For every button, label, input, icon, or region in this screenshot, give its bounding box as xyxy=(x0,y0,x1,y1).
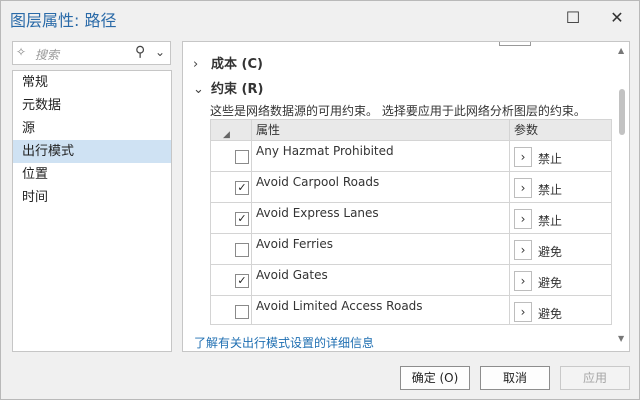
checkbox-cell xyxy=(211,234,252,265)
sidebar-nav: 常规 元数据 源 出行模式 位置 时间 xyxy=(12,70,172,352)
parameter-value: 禁止 xyxy=(538,183,563,197)
sparkle-icon: ✧ xyxy=(16,45,27,59)
table-row: ✓ Avoid Gates › 避免 xyxy=(211,265,611,296)
search-placeholder: 搜索 xyxy=(35,48,60,62)
column-header-property[interactable]: 属性 xyxy=(252,120,510,141)
close-icon[interactable]: ✕ xyxy=(594,1,640,33)
search-icon[interactable]: ⚲ xyxy=(135,44,145,60)
expand-parameter-button[interactable]: › xyxy=(514,271,532,291)
restriction-checkbox[interactable] xyxy=(235,150,249,164)
parameter-value: 避免 xyxy=(538,245,563,259)
scroll-down-icon[interactable]: ▼ xyxy=(618,334,624,343)
checkbox-cell xyxy=(211,141,252,172)
restriction-checkbox[interactable] xyxy=(235,305,249,319)
restriction-name: Avoid Carpool Roads xyxy=(252,172,510,203)
cancel-button[interactable]: 取消 xyxy=(480,366,550,390)
search-input[interactable]: ✧ 搜索 ⚲ ⌄ xyxy=(12,41,171,65)
column-header-parameter[interactable]: 参数 xyxy=(510,120,611,141)
expand-parameter-button[interactable]: › xyxy=(514,147,532,167)
cost-section-label: 成本 (C) xyxy=(211,57,263,72)
sidebar-item-source[interactable]: 源 xyxy=(13,117,171,140)
checkbox-cell: ✓ xyxy=(211,172,252,203)
minimize-icon[interactable]: ☐ xyxy=(550,1,596,33)
parameter-cell: › 禁止 xyxy=(510,203,611,234)
checkbox-cell: ✓ xyxy=(211,203,252,234)
restriction-section-header[interactable]: ⌄ 约束 (R) xyxy=(193,78,263,98)
expand-parameter-button[interactable]: › xyxy=(514,178,532,198)
table-row: Any Hazmat Prohibited › 禁止 xyxy=(211,141,611,172)
vertical-scrollbar[interactable]: ▲ ▼ xyxy=(615,42,629,351)
restriction-name: Avoid Limited Access Roads xyxy=(252,296,510,324)
expand-parameter-button[interactable]: › xyxy=(514,209,532,229)
restriction-checkbox[interactable]: ✓ xyxy=(235,181,249,195)
restriction-name: Avoid Ferries xyxy=(252,234,510,265)
parameter-cell: › 禁止 xyxy=(510,141,611,172)
restriction-checkbox[interactable]: ✓ xyxy=(235,274,249,288)
parameter-cell: › 禁止 xyxy=(510,172,611,203)
scrolled-control-fragment xyxy=(499,42,531,46)
expand-parameter-button[interactable]: › xyxy=(514,240,532,260)
parameter-cell: › 避免 xyxy=(510,296,611,324)
parameter-value: 避免 xyxy=(538,307,563,321)
restriction-name: Avoid Express Lanes xyxy=(252,203,510,234)
restriction-name: Avoid Gates xyxy=(252,265,510,296)
restriction-section-label: 约束 (R) xyxy=(211,82,264,97)
parameter-value: 禁止 xyxy=(538,152,563,166)
restriction-checkbox[interactable]: ✓ xyxy=(235,212,249,226)
chevron-down-icon: ⌄ xyxy=(193,82,204,97)
expand-parameter-button[interactable]: › xyxy=(514,302,532,322)
cost-section-header[interactable]: › 成本 (C) xyxy=(193,53,263,73)
layer-properties-dialog: 图层属性: 路径 ☐ ✕ ✧ 搜索 ⚲ ⌄ 常规 元数据 源 出行模式 位置 时… xyxy=(0,0,640,400)
table-corner-header[interactable]: ◢ xyxy=(211,120,252,141)
table-row: Avoid Limited Access Roads › 避免 xyxy=(211,296,611,324)
title-bar: 图层属性: 路径 ☐ ✕ xyxy=(1,1,640,33)
sidebar-item-time[interactable]: 时间 xyxy=(13,186,171,209)
restriction-checkbox[interactable] xyxy=(235,243,249,257)
sidebar-item-general[interactable]: 常规 xyxy=(13,71,171,94)
parameter-value: 避免 xyxy=(538,276,563,290)
scroll-up-icon[interactable]: ▲ xyxy=(618,46,624,55)
restriction-name: Any Hazmat Prohibited xyxy=(252,141,510,172)
chevron-right-icon: › xyxy=(193,57,199,72)
table-row: ✓ Avoid Carpool Roads › 禁止 xyxy=(211,172,611,203)
chevron-down-icon[interactable]: ⌄ xyxy=(155,45,165,59)
parameter-value: 禁止 xyxy=(538,214,563,228)
parameter-cell: › 避免 xyxy=(510,234,611,265)
sidebar-item-travel-mode[interactable]: 出行模式 xyxy=(13,140,171,163)
table-row: Avoid Ferries › 避免 xyxy=(211,234,611,265)
apply-button[interactable]: 应用 xyxy=(560,366,630,390)
settings-panel: › 成本 (C) ⌄ 约束 (R) 这些是网络数据源的可用约束。 选择要应用于此网络… xyxy=(182,41,630,352)
dialog-title: 图层属性: 路径 xyxy=(10,11,117,30)
restrictions-table: ◢ 属性 参数 Any Hazmat Prohibited › 禁止 ✓ Avoid C… xyxy=(210,119,612,325)
learn-more-link[interactable]: 了解有关出行模式设置的详细信息 xyxy=(194,334,374,351)
restriction-description: 这些是网络数据源的可用约束。 选择要应用于此网络分析图层的约束。 xyxy=(210,104,586,118)
parameter-cell: › 避免 xyxy=(510,265,611,296)
ok-button[interactable]: 确定 (O) xyxy=(400,366,470,390)
checkbox-cell xyxy=(211,296,252,324)
sidebar-item-metadata[interactable]: 元数据 xyxy=(13,94,171,117)
scrollbar-thumb[interactable] xyxy=(619,89,625,135)
checkbox-cell: ✓ xyxy=(211,265,252,296)
sidebar-item-location[interactable]: 位置 xyxy=(13,163,171,186)
table-row: ✓ Avoid Express Lanes › 禁止 xyxy=(211,203,611,234)
